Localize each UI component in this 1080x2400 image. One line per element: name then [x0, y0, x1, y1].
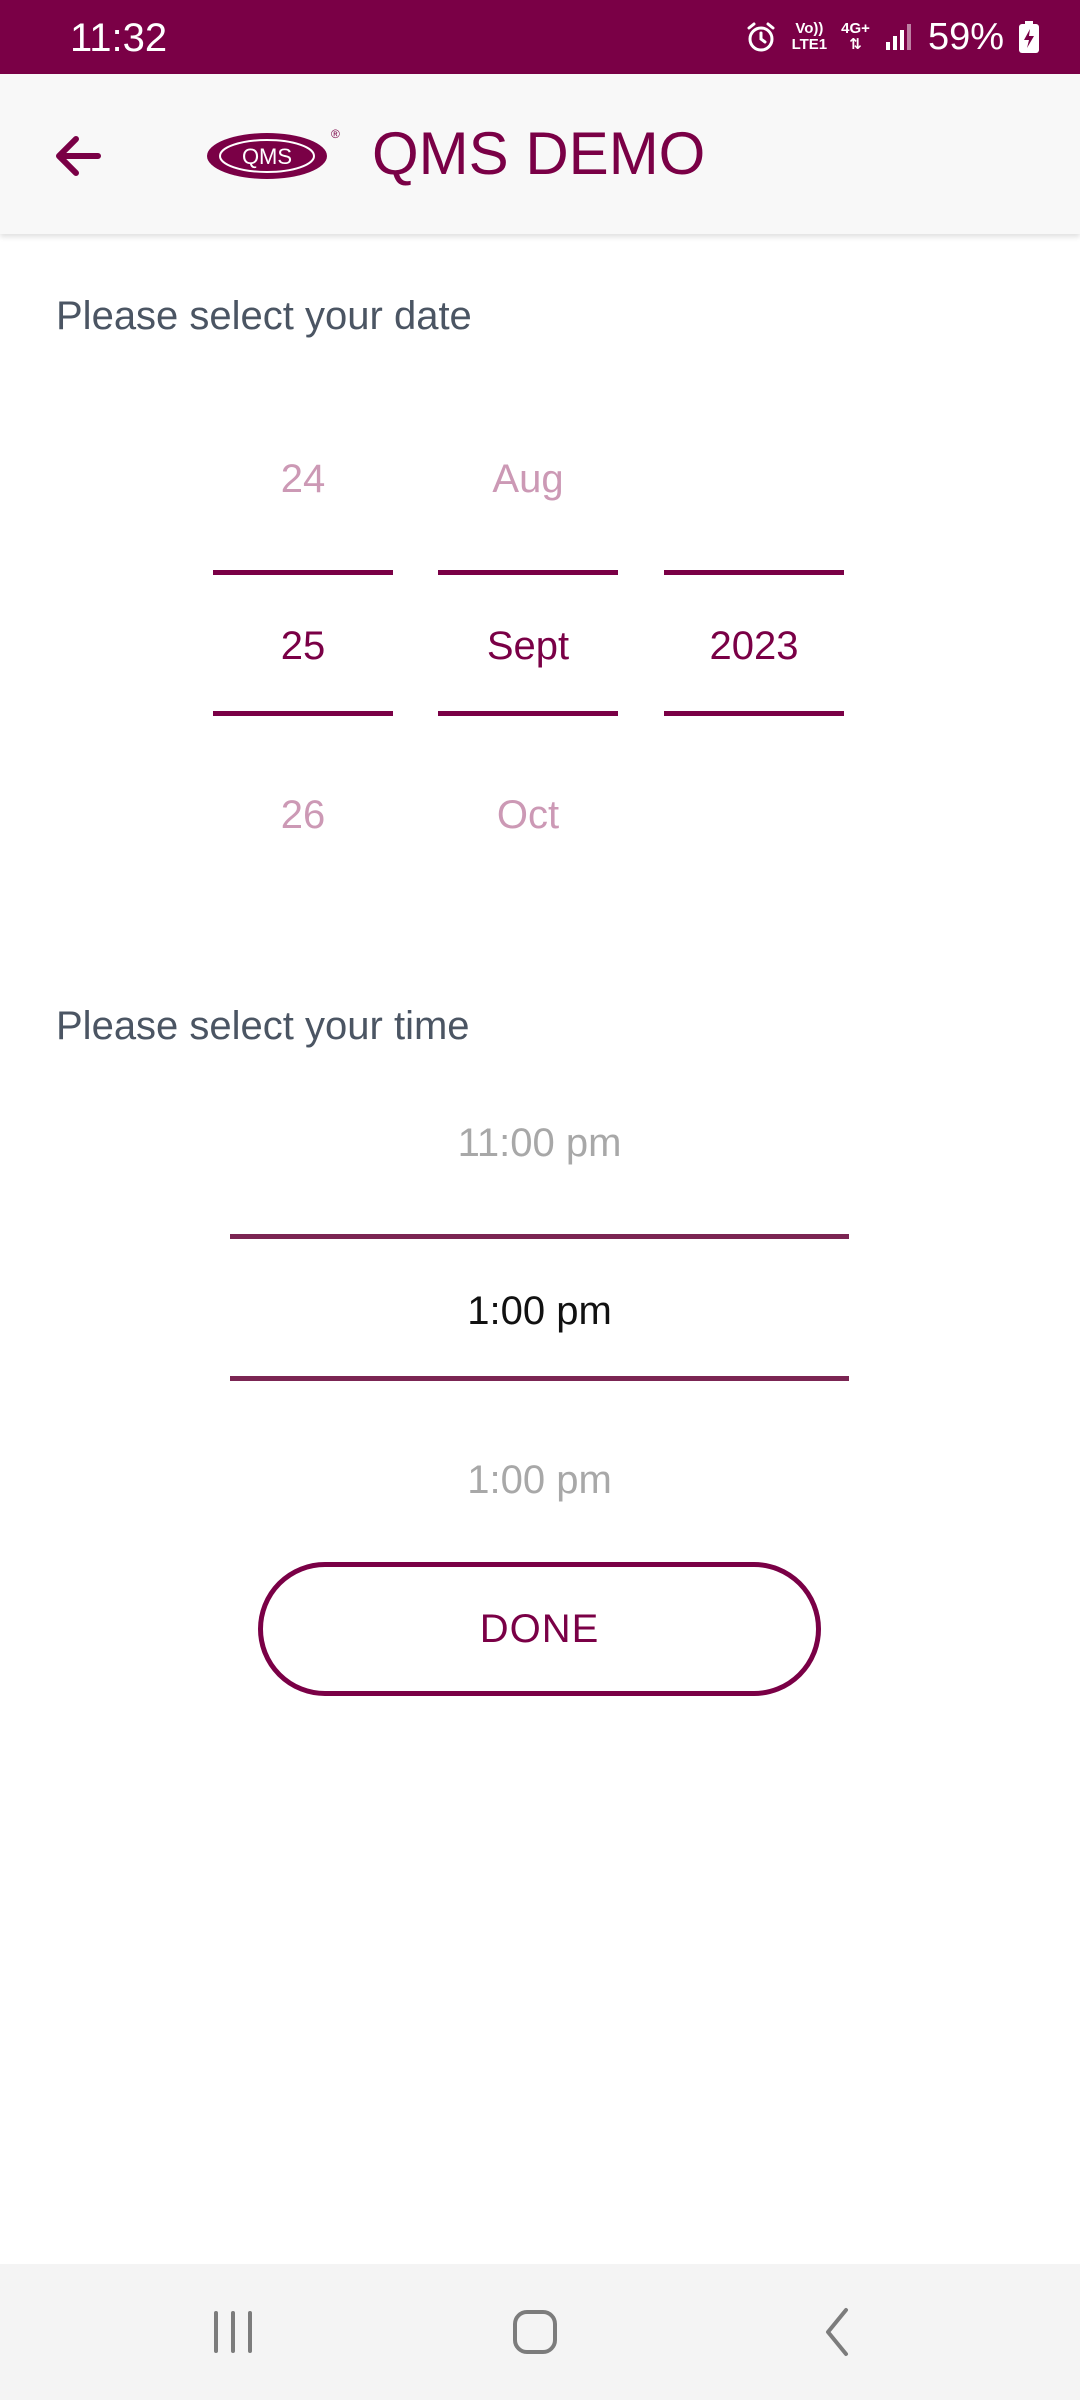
volte-indicator: Vo)) LTE1	[792, 21, 828, 53]
battery-charging-icon	[1018, 20, 1040, 54]
day-selected[interactable]: 25	[213, 622, 393, 670]
day-prev[interactable]: 24	[213, 455, 393, 503]
status-icons: Vo)) LTE1 4G+ ⇅ 59%	[744, 14, 1040, 60]
home-icon	[513, 2310, 557, 2354]
screen: 11:32 Vo)) LTE1 4G+ ⇅ 59% QMS ® QMS DEMO…	[0, 0, 1080, 2400]
recents-button[interactable]	[193, 2302, 273, 2362]
svg-text:QMS: QMS	[242, 144, 292, 169]
signal-icon	[884, 22, 914, 52]
day-top-divider	[213, 570, 393, 575]
time-top-divider	[230, 1234, 849, 1239]
time-prev[interactable]: 11:00 pm	[230, 1119, 849, 1167]
done-button[interactable]: DONE	[258, 1562, 821, 1696]
month-next[interactable]: Oct	[438, 791, 618, 839]
app-title: QMS DEMO	[372, 120, 706, 187]
month-selected[interactable]: Sept	[438, 622, 618, 670]
network-type-indicator: 4G+ ⇅	[841, 21, 870, 53]
system-nav-bar	[0, 2264, 1080, 2400]
app-bar: QMS ® QMS DEMO	[0, 74, 1080, 234]
arrow-left-icon	[56, 136, 101, 176]
year-top-divider	[664, 570, 844, 575]
status-time: 11:32	[70, 16, 168, 60]
data-arrows-icon: ⇅	[849, 36, 862, 53]
alarm-icon	[744, 20, 778, 54]
recents-icon	[214, 2311, 252, 2353]
svg-text:®: ®	[331, 127, 340, 141]
network-type-label: 4G+	[841, 20, 870, 37]
year-bottom-divider	[664, 711, 844, 716]
day-bottom-divider	[213, 711, 393, 716]
volte-label: Vo))	[795, 20, 824, 37]
month-prev[interactable]: Aug	[438, 455, 618, 503]
back-button[interactable]	[42, 120, 114, 192]
home-button[interactable]	[495, 2302, 575, 2362]
day-next[interactable]: 26	[213, 791, 393, 839]
time-selected[interactable]: 1:00 pm	[230, 1287, 849, 1335]
time-section-label: Please select your time	[56, 1004, 470, 1048]
lte-label: LTE1	[791, 36, 828, 53]
time-next[interactable]: 1:00 pm	[230, 1456, 849, 1504]
time-bottom-divider	[230, 1376, 849, 1381]
date-section-label: Please select your date	[56, 294, 472, 338]
status-bar: 11:32 Vo)) LTE1 4G+ ⇅ 59%	[0, 0, 1080, 74]
chevron-left-icon	[826, 2308, 848, 2356]
month-top-divider	[438, 570, 618, 575]
year-selected[interactable]: 2023	[664, 622, 844, 670]
nav-back-button[interactable]	[798, 2302, 878, 2362]
battery-percent: 59%	[927, 15, 1004, 58]
qms-logo: QMS ®	[205, 124, 340, 184]
month-bottom-divider	[438, 711, 618, 716]
